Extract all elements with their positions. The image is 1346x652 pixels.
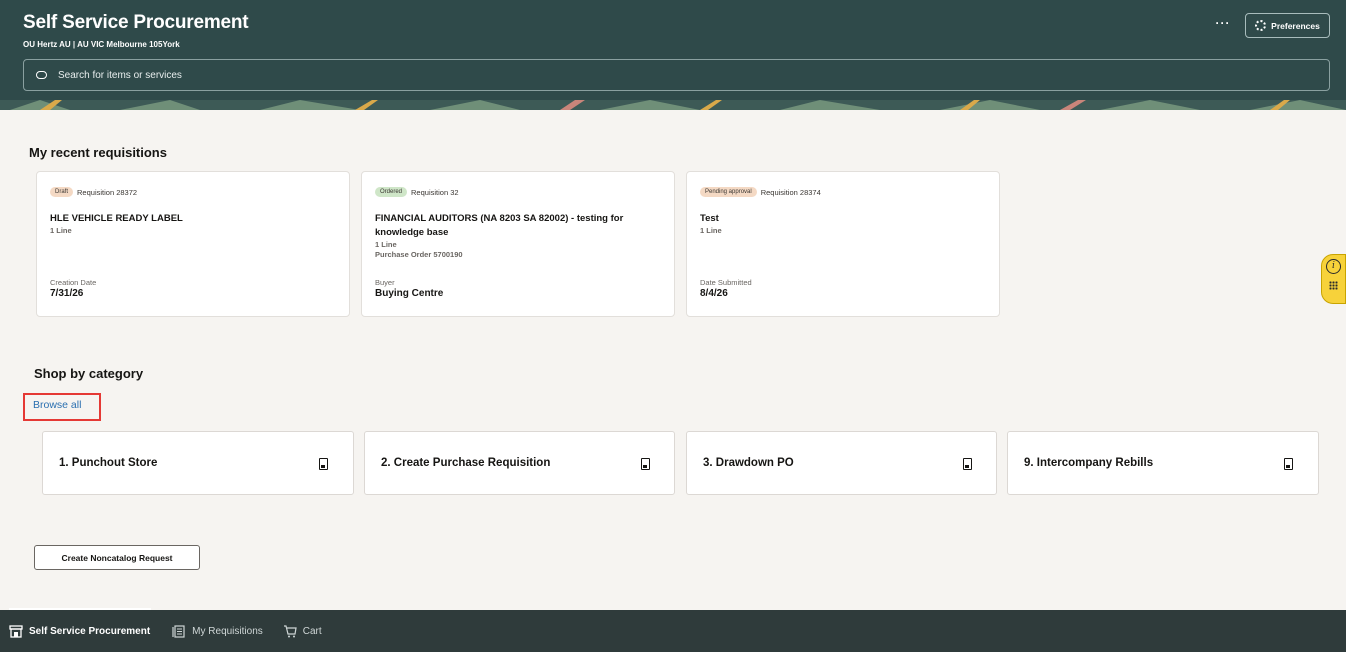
document-icon — [1284, 458, 1293, 470]
requisition-title: Test 1 Line — [700, 212, 990, 236]
meta-label: Date Submitted — [700, 278, 752, 287]
search-icon — [36, 71, 47, 79]
nav-cart[interactable]: Cart — [283, 624, 322, 638]
page-header: Self Service Procurement OU Hertz AU | A… — [0, 0, 1346, 110]
info-icon: i — [1326, 259, 1341, 274]
requisition-title: FINANCIAL AUDITORS (NA 8203 SA 82002) - … — [375, 212, 665, 260]
category-label: 3. Drawdown PO — [703, 457, 794, 469]
shop-by-category-title: Shop by category — [34, 366, 144, 381]
requisition-number: Requisition 28374 — [760, 187, 821, 197]
cart-icon — [283, 624, 297, 637]
category-card[interactable]: 1. Punchout Store — [42, 431, 354, 495]
search-placeholder: Search for items or services — [58, 69, 182, 81]
nav-my-requisitions[interactable]: My Requisitions — [172, 624, 263, 638]
requisition-card[interactable]: Ordered Requisition 32 FINANCIAL AUDITOR… — [361, 171, 675, 317]
recent-requisitions-title: My recent requisitions — [29, 145, 167, 160]
requisition-lines: 1 Line — [375, 240, 397, 249]
requisition-lines: 1 Line — [700, 226, 722, 235]
more-actions-button[interactable]: ··· — [1214, 15, 1232, 33]
meta-value: 8/4/26 — [700, 288, 728, 299]
gear-icon — [1255, 20, 1267, 31]
category-label: 2. Create Purchase Requisition — [381, 457, 551, 469]
requisition-card[interactable]: Draft Requisition 28372 HLE VEHICLE READ… — [36, 171, 350, 317]
document-icon — [641, 458, 650, 470]
requisition-lines: 1 Line — [50, 226, 72, 235]
business-unit-label: OU Hertz AU | AU VIC Melbourne 105York — [23, 40, 180, 49]
requisition-number: Requisition 28372 — [77, 187, 138, 197]
status-badge: Ordered — [375, 187, 408, 197]
nav-label: My Requisitions — [192, 625, 263, 637]
meta-value: 7/31/26 — [50, 288, 84, 299]
requisitions-icon — [172, 624, 185, 638]
app-title: Self Service Procurement — [23, 12, 249, 33]
meta-value: Buying Centre — [375, 288, 444, 299]
requisition-card[interactable]: Pending approval Requisition 28374 Test … — [686, 171, 1000, 317]
status-badge: Pending approval — [700, 187, 757, 197]
browse-all-link[interactable]: Browse all — [33, 399, 81, 411]
store-icon — [9, 624, 23, 638]
requisition-number: Requisition 32 — [411, 187, 459, 197]
category-label: 1. Punchout Store — [59, 457, 158, 469]
nav-label: Self Service Procurement — [29, 625, 151, 637]
category-label: 9. Intercompany Rebills — [1024, 457, 1154, 469]
meta-label: Creation Date — [50, 278, 97, 287]
category-card[interactable]: 3. Drawdown PO — [686, 431, 997, 495]
grid-dots-icon — [1329, 281, 1338, 290]
search-input[interactable]: Search for items or services — [23, 59, 1330, 91]
nav-self-service-procurement[interactable]: Self Service Procurement — [9, 624, 151, 638]
requisition-title: HLE VEHICLE READY LABEL 1 Line — [50, 212, 340, 236]
purchase-order-number: Purchase Order 5700190 — [375, 250, 463, 259]
bottom-navigation: Self Service Procurement My Requisitions… — [0, 610, 1346, 652]
preferences-label: Preferences — [1271, 20, 1320, 31]
category-card[interactable]: 2. Create Purchase Requisition — [364, 431, 675, 495]
preferences-button[interactable]: Preferences — [1245, 13, 1330, 38]
document-icon — [963, 458, 972, 470]
meta-label: Buyer — [375, 278, 395, 287]
status-badge: Draft — [50, 187, 74, 197]
category-card[interactable]: 9. Intercompany Rebills — [1007, 431, 1319, 495]
document-icon — [319, 458, 328, 470]
help-widget[interactable]: i — [1321, 254, 1346, 304]
create-noncatalog-request-button[interactable]: Create Noncatalog Request — [34, 545, 200, 570]
nav-label: Cart — [302, 625, 322, 637]
header-decorative-pattern — [0, 100, 1346, 110]
